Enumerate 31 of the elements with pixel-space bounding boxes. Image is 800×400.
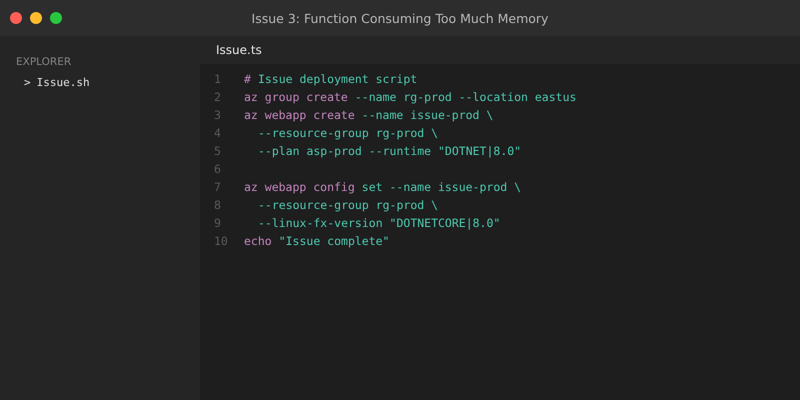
code-text: # (244, 72, 251, 86)
code-text: "Issue complete" (278, 234, 390, 248)
line-number: 5 (213, 144, 222, 158)
code-text: az webapp config (244, 180, 355, 194)
line-number: 3 (213, 108, 222, 122)
zoom-button[interactable] (50, 12, 62, 24)
file-item[interactable]: Issue.sh (36, 76, 90, 89)
window-title: Issue 3: Function Consuming Too Much Memory (252, 10, 548, 26)
line-number: 2 (213, 90, 222, 104)
line-number: 9 (213, 216, 222, 230)
code-text: --plan asp-prod --runtime "DOTNET|8.0" (257, 144, 522, 158)
code-text: --linux-fx-version "DOTNETCORE|8.0" (257, 216, 500, 230)
code-text: --resource-group rg-prod \ (257, 126, 438, 140)
code-text: --name issue-prod \ (362, 108, 494, 122)
line-number: 8 (213, 198, 222, 212)
close-button[interactable] (10, 12, 22, 24)
code-text: --resource-group rg-prod \ (257, 198, 438, 212)
code-text: --name rg-prod --location eastus (354, 90, 576, 104)
explorer-heading: EXPLORER (15, 56, 72, 68)
line-number: 6 (213, 162, 222, 176)
code-text: az webapp create (244, 108, 355, 122)
code-text: Issue deployment script (258, 72, 418, 86)
code-text: echo (244, 234, 272, 248)
line-number: 7 (213, 180, 222, 194)
code-text: az group create (244, 90, 348, 104)
chevron-icon[interactable]: > (24, 76, 31, 89)
minimize-button[interactable] (30, 12, 42, 24)
line-number: 4 (213, 126, 222, 140)
code-text: set --name issue-prod \ (362, 180, 522, 194)
line-number: 1 (213, 72, 222, 86)
line-number: 10 (213, 234, 229, 248)
